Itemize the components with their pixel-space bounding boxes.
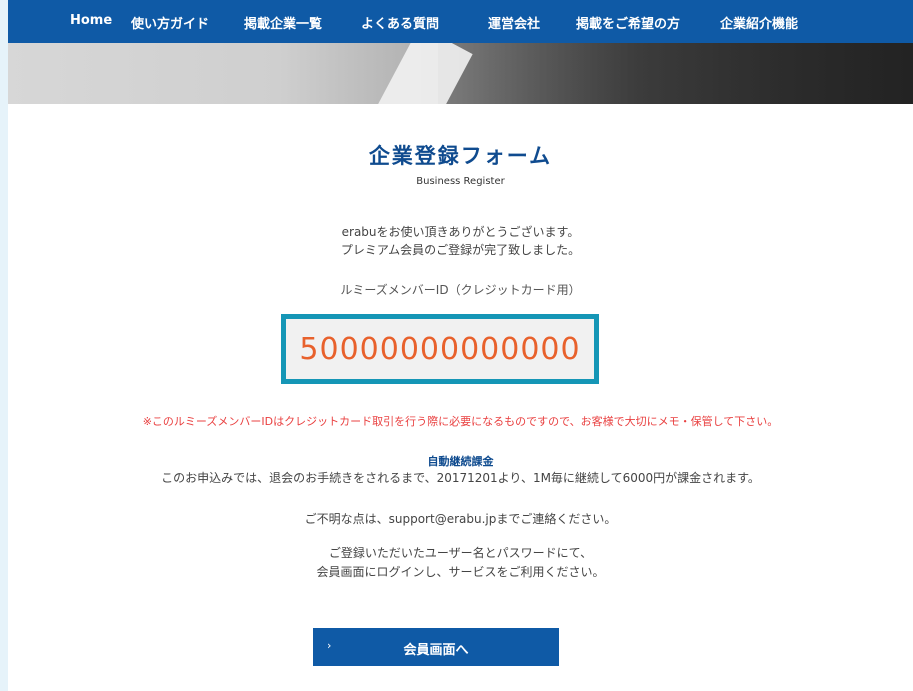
member-page-button-label: 会員画面へ	[403, 643, 469, 658]
contact-text: ご不明な点は、support@erabu.jpまでご連絡ください。	[304, 512, 617, 526]
page-subtitle: Business Register	[416, 176, 505, 187]
nav-faq[interactable]: よくある質問	[361, 13, 439, 32]
member-page-button[interactable]: › 会員画面へ	[313, 628, 559, 666]
member-id-notice: ※このルミーズメンバーIDはクレジットカード取引を行う際に必要になるものですので…	[142, 415, 779, 428]
nav-company-info[interactable]: 運営会社	[488, 13, 540, 32]
top-navigation: Home 使い方ガイド 掲載企業一覧 よくある質問 運営会社 掲載をご希望の方 …	[8, 0, 913, 43]
page-title: 企業登録フォーム	[368, 144, 553, 168]
billing-title: 自動継続課金	[427, 455, 494, 468]
member-id-value: 50000000000000	[299, 331, 581, 367]
nav-home[interactable]: Home	[70, 13, 112, 28]
billing-text: このお申込みでは、退会のお手続きをされるまで、20171201より、1M毎に継続…	[161, 471, 760, 485]
page: Home 使い方ガイド 掲載企業一覧 よくある質問 運営会社 掲載をご希望の方 …	[8, 0, 913, 691]
member-id-label: ルミーズメンバーID（クレジットカード用）	[340, 283, 581, 297]
nav-companies[interactable]: 掲載企業一覧	[244, 13, 322, 32]
login-line-1: ご登録いただいたユーザー名とパスワードにて、	[328, 546, 593, 560]
thanks-line-1: erabuをお使い頂きありがとうございます。	[341, 225, 580, 239]
thanks-line-2: プレミアム会員のご登録が完了致しました。	[340, 243, 581, 257]
nav-guide[interactable]: 使い方ガイド	[131, 13, 209, 32]
nav-listing-request[interactable]: 掲載をご希望の方	[576, 13, 680, 32]
nav-company-intro[interactable]: 企業紹介機能	[720, 13, 798, 32]
login-line-2: 会員画面にログインし、サービスをご利用ください。	[316, 565, 605, 579]
hero-banner	[8, 43, 913, 104]
hero-shade	[438, 43, 913, 104]
member-id-box: 50000000000000	[281, 314, 599, 384]
